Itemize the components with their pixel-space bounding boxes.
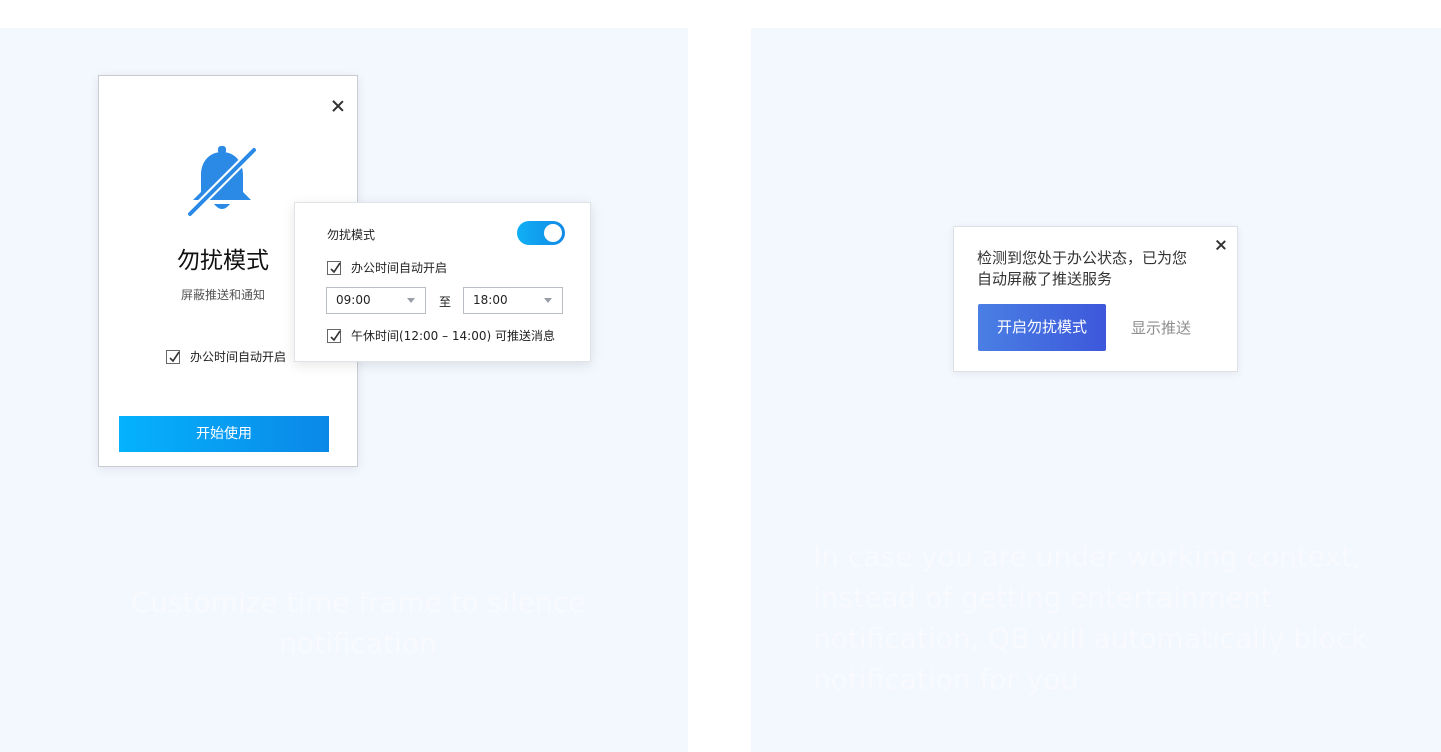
start-time-select[interactable]: 09:00 [326,287,426,314]
close-icon[interactable] [1215,239,1227,251]
auto-enable-label: 办公时间自动开启 [190,350,287,364]
office-mode-card: 检测到您处于办公状态，已为您自动屏蔽了推送服务 开启勿扰模式 显示推送 [953,226,1238,372]
dropdown-arrow-icon [544,298,552,303]
checkmark-icon [166,349,180,364]
toggle-knob [544,224,562,242]
start-time-value: 09:00 [336,293,371,307]
enable-dnd-button[interactable]: 开启勿扰模式 [978,304,1106,351]
right-panel: In case you are under working context, i… [751,28,1441,752]
end-time-value: 18:00 [473,293,508,307]
checkmark-icon [327,328,341,343]
auto-enable-label: 办公时间自动开启 [351,261,448,275]
show-push-link[interactable]: 显示推送 [1131,317,1191,338]
to-label: 至 [439,295,452,309]
lunch-break-label: 午休时间(12:00 – 14:00) 可推送消息 [351,329,555,343]
close-icon[interactable] [331,99,345,113]
dnd-settings-popup: 勿扰模式 办公时间自动开启 09:00 至 18:00 午休时间(12:00 –… [294,202,591,362]
start-button[interactable]: 开始使用 [119,416,329,452]
popup-title: 勿扰模式 [327,228,376,242]
end-time-select[interactable]: 18:00 [463,287,563,314]
dnd-toggle[interactable] [517,221,565,245]
lunch-break-checkbox[interactable]: 午休时间(12:00 – 14:00) 可推送消息 [327,327,555,344]
checkmark-icon [327,260,341,275]
right-caption: In case you are under working context, i… [813,540,1368,696]
dropdown-arrow-icon [407,298,415,303]
bell-off-icon [186,146,258,218]
auto-enable-checkbox[interactable]: 办公时间自动开启 [166,348,286,365]
auto-enable-checkbox[interactable]: 办公时间自动开启 [327,259,447,276]
card-message: 检测到您处于办公状态，已为您自动屏蔽了推送服务 [977,249,1188,288]
left-caption: Customize time frame to silence notifica… [130,586,586,660]
